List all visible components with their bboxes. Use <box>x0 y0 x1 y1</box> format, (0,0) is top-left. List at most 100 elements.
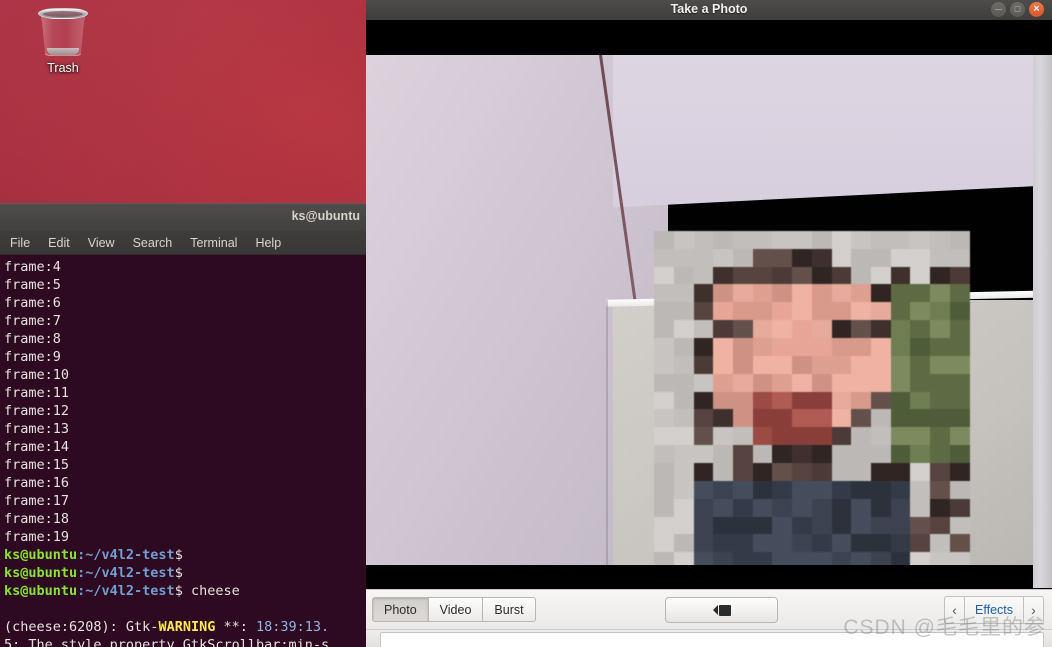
terminal-output-area[interactable]: frame:4 frame:5 frame:6 frame:7 frame:8 frame… <box>0 255 366 647</box>
pixel-block <box>910 516 931 535</box>
pixel-block <box>673 320 694 338</box>
pixel-block <box>654 445 674 463</box>
pixel-block <box>871 248 891 267</box>
pixel-block <box>792 373 812 392</box>
window-controls[interactable] <box>991 2 1044 17</box>
pixel-block <box>693 338 714 356</box>
pixel-block <box>792 320 812 338</box>
pixel-block <box>831 445 852 463</box>
chevron-right-icon[interactable]: › <box>1024 596 1044 624</box>
pixel-block <box>673 516 694 535</box>
pixel-block <box>871 445 891 463</box>
pixel-block <box>693 230 714 249</box>
maximize-icon[interactable] <box>1010 2 1025 17</box>
menu-item-search[interactable]: Search <box>133 236 173 250</box>
prompt-user: ks@ubuntu <box>4 565 78 581</box>
thumbnail-tray[interactable] <box>366 629 1052 647</box>
pixel-block <box>713 409 733 428</box>
prompt-symbol: $ <box>174 583 183 599</box>
desktop-icon-trash[interactable]: Trash <box>24 4 102 75</box>
chevron-left-icon[interactable]: ‹ <box>944 596 965 624</box>
prompt-path: :~/v4l2-test <box>77 565 175 581</box>
pixel-block <box>752 445 773 463</box>
terminal-frame-line: frame:5 <box>4 277 61 293</box>
pixel-block <box>890 302 911 321</box>
pixel-block <box>752 230 773 249</box>
pixel-block <box>713 391 733 410</box>
tab-video[interactable]: Video <box>427 597 483 622</box>
camera-preview[interactable] <box>366 20 1052 589</box>
pixel-block <box>673 409 694 428</box>
pixel-block <box>851 302 872 321</box>
pixel-block <box>732 498 753 517</box>
mode-tab-group[interactable]: Photo Video Burst <box>372 597 536 622</box>
pixel-block <box>871 302 891 321</box>
pixel-block <box>673 373 694 392</box>
pixel-block <box>811 266 832 285</box>
pixel-block <box>713 534 733 553</box>
pixel-block <box>732 462 753 481</box>
pixel-block <box>949 248 970 267</box>
pixel-block <box>851 534 872 553</box>
terminal-menubar[interactable]: File Edit View Search Terminal Help <box>0 231 366 255</box>
pixel-block <box>890 516 911 535</box>
pixel-block <box>851 338 872 356</box>
pixel-block <box>693 302 714 321</box>
terminal-titlebar[interactable]: ks@ubuntu <box>0 203 366 231</box>
pixel-block <box>792 302 812 321</box>
pixel-block <box>752 391 773 410</box>
pixel-block <box>673 480 694 499</box>
pixel-block <box>752 338 773 356</box>
minimize-icon[interactable] <box>991 2 1006 17</box>
pixel-block <box>910 391 931 410</box>
terminal-frame-line: frame:10 <box>4 367 70 383</box>
tab-photo[interactable]: Photo <box>372 597 428 622</box>
pixel-block <box>890 409 911 428</box>
pixel-block <box>792 409 812 428</box>
pixel-block <box>910 534 931 553</box>
terminal-frame-line: frame:12 <box>4 403 70 419</box>
effects-button[interactable]: Effects <box>964 596 1024 624</box>
close-icon[interactable] <box>1029 2 1044 17</box>
pixel-block <box>713 355 733 374</box>
pixel-block <box>752 302 773 321</box>
terminal-warning-continuation: 5: The style property GtkScrollbar:min-s <box>4 637 330 647</box>
menu-item-terminal[interactable]: Terminal <box>190 236 237 250</box>
menu-item-file[interactable]: File <box>10 236 30 250</box>
capture-button[interactable] <box>665 597 778 623</box>
pixel-block <box>654 266 674 285</box>
pixel-block <box>732 338 753 356</box>
pixel-block <box>910 302 931 321</box>
cheese-toolbar[interactable]: Photo Video Burst ‹ Effects › <box>366 589 1052 629</box>
menu-item-edit[interactable]: Edit <box>48 236 70 250</box>
pixel-block <box>831 534 852 553</box>
tab-burst[interactable]: Burst <box>482 597 536 622</box>
pixel-block <box>713 338 733 356</box>
pixel-block <box>930 391 950 410</box>
effects-control[interactable]: ‹ Effects › <box>944 596 1044 624</box>
pixel-block <box>930 355 950 374</box>
pixel-block <box>752 409 773 428</box>
prompt-user: ks@ubuntu <box>4 583 78 599</box>
pixel-block <box>890 480 911 499</box>
pixel-block <box>693 266 714 285</box>
pixel-block <box>713 498 733 517</box>
cheese-titlebar[interactable]: Take a Photo <box>366 0 1052 20</box>
pixel-block <box>871 498 891 517</box>
cheese-window[interactable]: Take a Photo Ph <box>366 0 1052 647</box>
menu-item-help[interactable]: Help <box>255 236 281 250</box>
pixel-block <box>949 480 970 499</box>
pixel-block <box>772 409 793 428</box>
thumbnail-strip[interactable] <box>380 632 1044 647</box>
pixel-block <box>910 480 931 499</box>
pixel-block <box>673 284 694 303</box>
terminal-prompt-line: ks@ubuntu:~/v4l2-test$ <box>4 564 366 582</box>
terminal-window[interactable]: ks@ubuntu File Edit View Search Terminal… <box>0 203 366 647</box>
pixel-block <box>851 516 872 535</box>
pixel-block <box>673 462 694 481</box>
pixel-block <box>792 498 812 517</box>
pixel-block <box>930 373 950 392</box>
pixel-block <box>811 516 832 535</box>
menu-item-view[interactable]: View <box>88 236 115 250</box>
prompt-path: :~/v4l2-test <box>77 583 175 599</box>
